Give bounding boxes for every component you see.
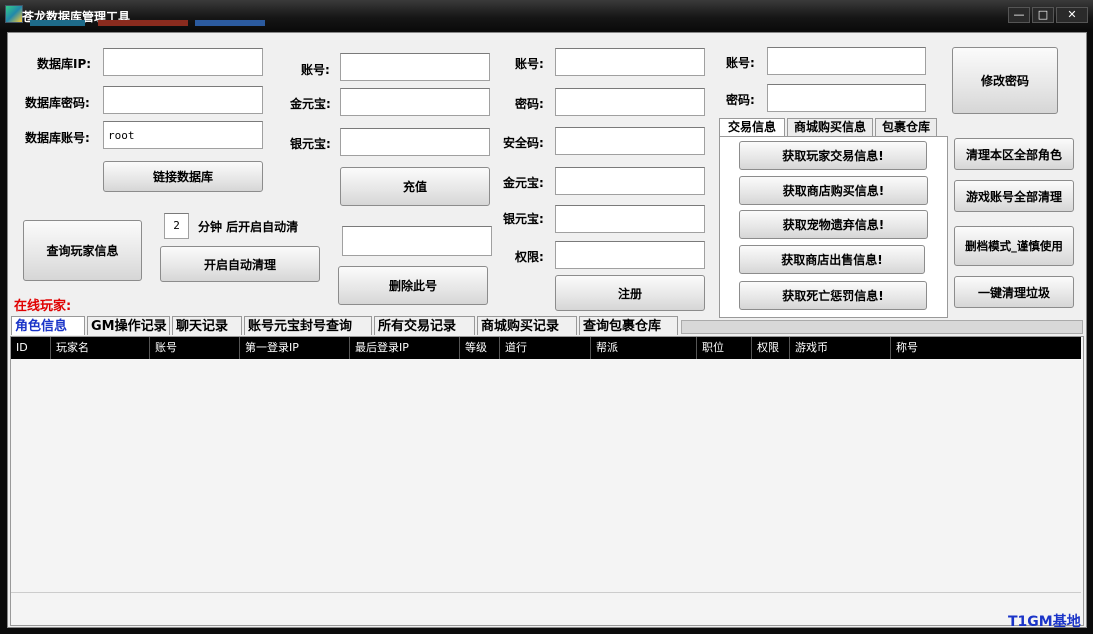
recharge-account-label: 账号:	[301, 63, 330, 77]
tab-gm-log[interactable]: GM操作记录	[87, 316, 170, 335]
register-permission-field[interactable]	[555, 241, 705, 269]
column-header-permission[interactable]: 权限	[752, 337, 790, 359]
db-password-field[interactable]	[103, 86, 263, 114]
maximize-button[interactable]: □	[1032, 7, 1054, 23]
clear-all-roles-button[interactable]: 清理本区全部角色	[954, 138, 1074, 170]
player-table: ID 玩家名 账号 第一登录IP 最后登录IP 等级 道行 帮派 职位 权限 游…	[10, 336, 1084, 626]
tab-strip-filler	[681, 320, 1083, 334]
recharge-gold-label: 金元宝:	[290, 97, 331, 111]
one-click-cleanup-button[interactable]: 一键清理垃圾	[954, 276, 1074, 308]
db-account-field[interactable]: root	[103, 121, 263, 149]
db-password-label: 数据库密码:	[25, 96, 90, 110]
column-header-game-coin[interactable]: 游戏币	[790, 337, 891, 359]
tab-trade-info[interactable]: 交易信息	[719, 118, 785, 136]
get-death-penalty-info-button[interactable]: 获取死亡惩罚信息!	[739, 281, 927, 310]
column-header-position[interactable]: 职位	[697, 337, 752, 359]
register-gold-label: 金元宝:	[503, 176, 544, 190]
register-account-field[interactable]	[555, 48, 705, 76]
minutes-label: 分钟 后开启自动清	[198, 220, 299, 234]
register-account-label: 账号:	[515, 57, 544, 71]
minimize-button[interactable]: —	[1008, 7, 1030, 23]
changepwd-account-label: 账号:	[726, 56, 755, 70]
table-divider	[11, 592, 1081, 593]
tab-role-info[interactable]: 角色信息	[11, 316, 85, 335]
minutes-field[interactable]: 2	[164, 213, 189, 239]
get-shop-sale-info-button[interactable]: 获取商店出售信息!	[739, 245, 925, 274]
recharge-button[interactable]: 充值	[340, 167, 490, 206]
changepwd-password-label: 密码:	[726, 93, 755, 107]
tab-chat-log[interactable]: 聊天记录	[172, 316, 242, 335]
get-pet-abandon-info-button[interactable]: 获取宠物遗弃信息!	[739, 210, 928, 239]
delete-account-button[interactable]: 删除此号	[338, 266, 488, 305]
db-ip-field[interactable]	[103, 48, 263, 76]
column-header-id[interactable]: ID	[11, 337, 51, 359]
delete-mode-button[interactable]: 删档模式_谨慎使用	[954, 226, 1074, 266]
tab-shop-purchase-info[interactable]: 商城购买信息	[787, 118, 873, 136]
delete-account-field[interactable]	[342, 226, 492, 256]
tab-query-package-storage[interactable]: 查询包裹仓库	[579, 316, 678, 335]
table-header: ID 玩家名 账号 第一登录IP 最后登录IP 等级 道行 帮派 职位 权限 游…	[11, 337, 1081, 359]
title-bar: 苍龙数据库管理工具 — □ ✕	[0, 0, 1093, 30]
get-trade-info-button[interactable]: 获取玩家交易信息!	[739, 141, 927, 170]
db-account-label: 数据库账号:	[25, 131, 90, 145]
register-security-label: 安全码:	[503, 136, 544, 150]
main-tab-strip: 角色信息 GM操作记录 聊天记录 账号元宝封号查询 所有交易记录 商城购买记录 …	[11, 316, 1083, 336]
recharge-gold-field[interactable]	[340, 88, 490, 116]
column-header-title[interactable]: 称号	[891, 337, 1081, 359]
app-icon	[5, 5, 23, 23]
get-shop-purchase-info-button[interactable]: 获取商店购买信息!	[739, 176, 928, 205]
register-password-label: 密码:	[515, 97, 544, 111]
column-header-guild[interactable]: 帮派	[591, 337, 697, 359]
column-header-account[interactable]: 账号	[150, 337, 240, 359]
watermark-label: T1GM基地	[1008, 614, 1081, 630]
online-players-label: 在线玩家:	[14, 299, 72, 314]
column-header-last-login-ip[interactable]: 最后登录IP	[350, 337, 460, 359]
start-auto-clean-button[interactable]: 开启自动清理	[160, 246, 320, 282]
tab-package-storage[interactable]: 包裹仓库	[875, 118, 937, 136]
register-gold-field[interactable]	[555, 167, 705, 195]
register-silver-field[interactable]	[555, 205, 705, 233]
close-button[interactable]: ✕	[1056, 7, 1088, 23]
client-area: 数据库IP: 数据库密码: 数据库账号: root 链接数据库 账号: 金元宝:…	[7, 32, 1087, 630]
register-security-field[interactable]	[555, 127, 705, 155]
connect-db-button[interactable]: 链接数据库	[103, 161, 263, 192]
tab-shop-purchase-log[interactable]: 商城购买记录	[477, 316, 577, 335]
background-window-strip	[30, 20, 85, 26]
register-permission-label: 权限:	[515, 250, 544, 264]
register-button[interactable]: 注册	[555, 275, 705, 311]
column-header-first-login-ip[interactable]: 第一登录IP	[240, 337, 350, 359]
column-header-daoheng[interactable]: 道行	[500, 337, 591, 359]
tab-all-trades[interactable]: 所有交易记录	[374, 316, 475, 335]
change-password-button[interactable]: 修改密码	[952, 47, 1058, 114]
tab-account-ingot-ban-query[interactable]: 账号元宝封号查询	[244, 316, 372, 335]
register-password-field[interactable]	[555, 88, 705, 116]
recharge-account-field[interactable]	[340, 53, 490, 81]
recharge-silver-label: 银元宝:	[290, 137, 331, 151]
column-header-level[interactable]: 等级	[460, 337, 500, 359]
changepwd-account-field[interactable]	[767, 47, 926, 75]
query-player-button[interactable]: 查询玩家信息	[23, 220, 142, 281]
changepwd-password-field[interactable]	[767, 84, 926, 112]
background-window-strip	[98, 20, 188, 26]
register-silver-label: 银元宝:	[503, 212, 544, 226]
background-window-strip	[195, 20, 265, 26]
clear-all-accounts-button[interactable]: 游戏账号全部清理	[954, 180, 1074, 212]
column-header-player-name[interactable]: 玩家名	[51, 337, 150, 359]
recharge-silver-field[interactable]	[340, 128, 490, 156]
db-ip-label: 数据库IP:	[37, 57, 92, 71]
